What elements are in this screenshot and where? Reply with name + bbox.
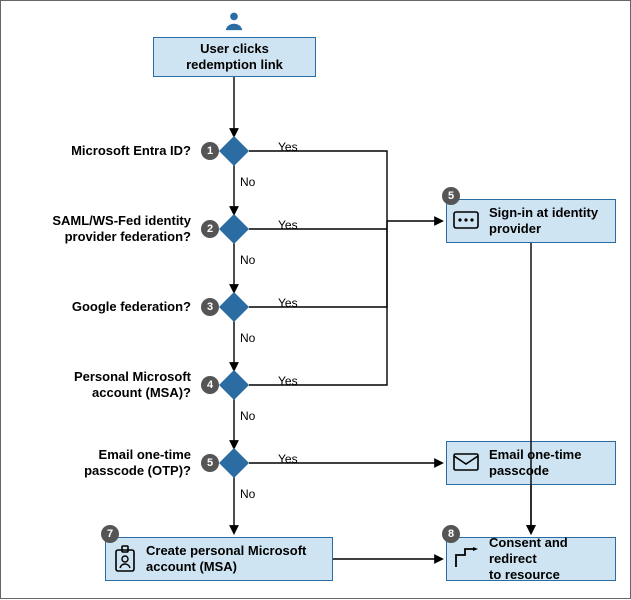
no-4: No: [240, 409, 255, 423]
decision-2-label: SAML/WS-Fed identity provider federation…: [23, 213, 191, 246]
decision-1-label: Microsoft Entra ID?: [23, 143, 191, 159]
redirect-icon: [453, 547, 479, 569]
yes-3: Yes: [278, 296, 298, 310]
decision-4-label: Personal Microsoft account (MSA)?: [23, 369, 191, 402]
yes-4: Yes: [278, 374, 298, 388]
step-badge-1: 1: [201, 142, 219, 160]
step-badge-consent: 8: [442, 525, 460, 543]
step-badge-4: 4: [201, 376, 219, 394]
password-icon: [453, 209, 479, 231]
step-badge-3: 3: [201, 298, 219, 316]
yes-1: Yes: [278, 140, 298, 154]
decision-3-label: Google federation?: [23, 299, 191, 315]
no-5: No: [240, 487, 255, 501]
no-2: No: [240, 253, 255, 267]
yes-2: Yes: [278, 218, 298, 232]
no-1: No: [240, 175, 255, 189]
step-badge-signin: 5: [442, 187, 460, 205]
decision-5-label: Email one-time passcode (OTP)?: [23, 447, 191, 480]
step-badge-create: 7: [101, 525, 119, 543]
no-3: No: [240, 331, 255, 345]
step-badge-2: 2: [201, 220, 219, 238]
envelope-icon: [453, 452, 479, 472]
step-badge-5: 5: [201, 454, 219, 472]
yes-5: Yes: [278, 452, 298, 466]
flowchart-canvas: User clicks redemption link Microsoft En…: [0, 0, 631, 599]
create-msa-box: Create personal Microsoft account (MSA): [105, 537, 333, 581]
user-icon: [222, 9, 246, 33]
badge-icon: [113, 545, 137, 573]
start-box: User clicks redemption link: [153, 37, 316, 77]
